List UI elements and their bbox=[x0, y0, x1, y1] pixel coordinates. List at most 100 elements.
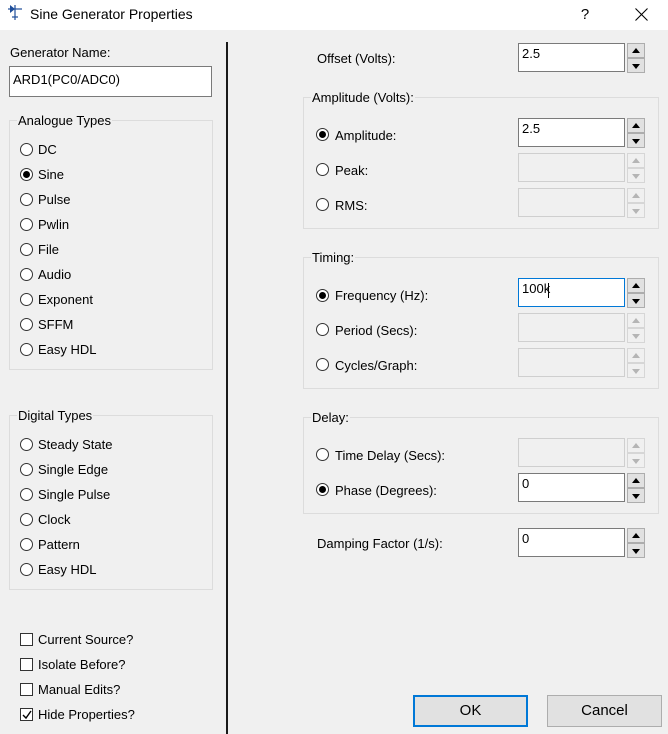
close-button[interactable] bbox=[624, 0, 658, 30]
analogue-dc-radio[interactable] bbox=[20, 143, 33, 156]
cycles-down-arrow-icon bbox=[627, 363, 645, 378]
time-delay-field bbox=[518, 438, 625, 467]
rms-spinner bbox=[627, 188, 645, 218]
cycles-radio[interactable] bbox=[316, 358, 329, 371]
frequency-radio[interactable] bbox=[316, 289, 329, 302]
analogue-sffm-label: SFFM bbox=[38, 317, 74, 332]
isolate-before-checkbox[interactable] bbox=[20, 658, 33, 671]
damping-up-arrow-icon[interactable] bbox=[627, 528, 645, 543]
frequency-down-arrow-icon[interactable] bbox=[627, 293, 645, 308]
phase-down-arrow-icon[interactable] bbox=[627, 488, 645, 503]
time-delay-spinner bbox=[627, 438, 645, 468]
analogue-pulse-radio[interactable] bbox=[20, 193, 33, 206]
timing-group-title: Timing: bbox=[311, 250, 356, 265]
analogue-audio-radio[interactable] bbox=[20, 268, 33, 281]
frequency-label: Frequency (Hz): bbox=[335, 288, 429, 303]
digital-steady-state-radio[interactable] bbox=[20, 438, 33, 451]
digital-clock-label: Clock bbox=[38, 512, 71, 527]
rms-down-arrow-icon bbox=[627, 203, 645, 218]
frequency-up-arrow-icon[interactable] bbox=[627, 278, 645, 293]
generator-name-label: Generator Name: bbox=[10, 45, 111, 60]
time-delay-radio[interactable] bbox=[316, 448, 329, 461]
checkmark-icon bbox=[22, 710, 32, 720]
peak-up-arrow-icon bbox=[627, 153, 645, 168]
analogue-sffm-radio[interactable] bbox=[20, 318, 33, 331]
offset-up-arrow-icon[interactable] bbox=[627, 43, 645, 58]
digital-easy-hdl-label: Easy HDL bbox=[38, 562, 97, 577]
damping-field[interactable]: 0 bbox=[518, 528, 625, 557]
period-spinner bbox=[627, 313, 645, 343]
phase-radio[interactable] bbox=[316, 483, 329, 496]
peak-label: Peak: bbox=[335, 163, 369, 178]
analogue-pwlin-radio[interactable] bbox=[20, 218, 33, 231]
period-down-arrow-icon bbox=[627, 328, 645, 343]
digital-single-edge-label: Single Edge bbox=[38, 462, 109, 477]
digital-single-edge-radio[interactable] bbox=[20, 463, 33, 476]
amplitude-radio[interactable] bbox=[316, 128, 329, 141]
period-field bbox=[518, 313, 625, 342]
isolate-before-label: Isolate Before? bbox=[38, 657, 126, 672]
analogue-pwlin-label: Pwlin bbox=[38, 217, 70, 232]
cancel-button[interactable]: Cancel bbox=[547, 695, 662, 727]
analogue-easy-hdl-radio[interactable] bbox=[20, 343, 33, 356]
period-up-arrow-icon bbox=[627, 313, 645, 328]
amplitude-label: Amplitude: bbox=[335, 128, 397, 143]
analogue-sine-label: Sine bbox=[38, 167, 65, 182]
time-delay-up-arrow-icon bbox=[627, 438, 645, 453]
damping-down-arrow-icon[interactable] bbox=[627, 543, 645, 558]
cycles-field bbox=[518, 348, 625, 377]
phase-up-arrow-icon[interactable] bbox=[627, 473, 645, 488]
digital-pattern-label: Pattern bbox=[38, 537, 80, 552]
analogue-file-label: File bbox=[38, 242, 59, 257]
analogue-file-radio[interactable] bbox=[20, 243, 33, 256]
frequency-spinner[interactable] bbox=[627, 278, 645, 308]
analogue-audio-label: Audio bbox=[38, 267, 72, 282]
rms-radio[interactable] bbox=[316, 198, 329, 211]
rms-field bbox=[518, 188, 625, 217]
phase-field[interactable]: 0 bbox=[518, 473, 625, 502]
amplitude-down-arrow-icon[interactable] bbox=[627, 133, 645, 148]
digital-easy-hdl-radio[interactable] bbox=[20, 563, 33, 576]
hide-properties-checkbox[interactable] bbox=[20, 708, 33, 721]
analogue-pulse-label: Pulse bbox=[38, 192, 71, 207]
time-delay-down-arrow-icon bbox=[627, 453, 645, 468]
offset-spinner[interactable] bbox=[627, 43, 645, 73]
digital-single-pulse-radio[interactable] bbox=[20, 488, 33, 501]
ok-button[interactable]: OK bbox=[413, 695, 528, 727]
period-radio[interactable] bbox=[316, 323, 329, 336]
digital-clock-radio[interactable] bbox=[20, 513, 33, 526]
cycles-spinner bbox=[627, 348, 645, 378]
manual-edits-checkbox[interactable] bbox=[20, 683, 33, 696]
analogue-sine-radio[interactable] bbox=[20, 168, 33, 181]
panel-divider bbox=[226, 42, 228, 734]
phase-label: Phase (Degrees): bbox=[335, 483, 437, 498]
help-button[interactable]: ? bbox=[568, 0, 602, 30]
amplitude-up-arrow-icon[interactable] bbox=[627, 118, 645, 133]
delay-group-title: Delay: bbox=[311, 410, 350, 425]
digital-steady-state-label: Steady State bbox=[38, 437, 113, 452]
window-title: Sine Generator Properties bbox=[30, 6, 193, 22]
generator-name-field[interactable]: ARD1(PC0/ADC0) bbox=[9, 66, 212, 97]
cycles-up-arrow-icon bbox=[627, 348, 645, 363]
current-source-checkbox[interactable] bbox=[20, 633, 33, 646]
digital-types-title: Digital Types bbox=[17, 408, 94, 423]
amplitude-spinner[interactable] bbox=[627, 118, 645, 148]
analogue-easy-hdl-label: Easy HDL bbox=[38, 342, 97, 357]
offset-down-arrow-icon[interactable] bbox=[627, 58, 645, 73]
digital-pattern-radio[interactable] bbox=[20, 538, 33, 551]
peak-radio[interactable] bbox=[316, 163, 329, 176]
offset-field[interactable]: 2.5 bbox=[518, 43, 625, 72]
rms-up-arrow-icon bbox=[627, 188, 645, 203]
cycles-label: Cycles/Graph: bbox=[335, 358, 418, 373]
title-bar: Sine Generator Properties ? bbox=[0, 0, 668, 30]
amplitude-group-title: Amplitude (Volts): bbox=[311, 90, 415, 105]
period-label: Period (Secs): bbox=[335, 323, 418, 338]
amplitude-field[interactable]: 2.5 bbox=[518, 118, 625, 147]
rms-label: RMS: bbox=[335, 198, 368, 213]
frequency-field[interactable]: 100k bbox=[518, 278, 625, 307]
damping-spinner[interactable] bbox=[627, 528, 645, 558]
time-delay-label: Time Delay (Secs): bbox=[335, 448, 446, 463]
phase-spinner[interactable] bbox=[627, 473, 645, 503]
analogue-exponent-radio[interactable] bbox=[20, 293, 33, 306]
peak-field bbox=[518, 153, 625, 182]
